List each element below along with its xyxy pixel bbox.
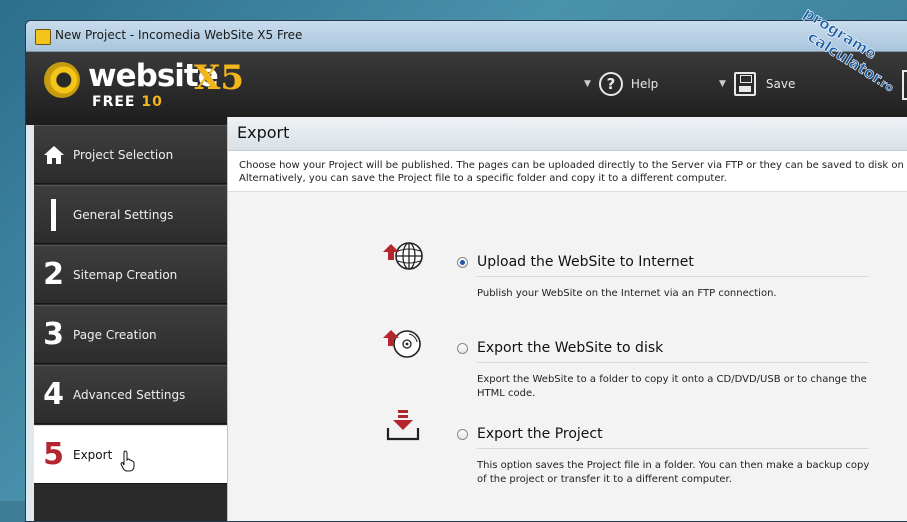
edition-label: FREE bbox=[92, 94, 136, 110]
save-button[interactable]: ▼ Save bbox=[719, 69, 795, 99]
app-header: website X5 FREE 10 ▼ ? Help ▼ Save bbox=[26, 52, 907, 125]
option-label[interactable]: Export the WebSite to disk bbox=[477, 340, 663, 356]
sidebar-item-label: Advanced Settings bbox=[73, 387, 186, 402]
app-window: New Project - Incomedia WebSite X5 Free … bbox=[25, 20, 907, 522]
sidebar-item-export[interactable]: 5 Export bbox=[34, 425, 236, 484]
exit-icon[interactable] bbox=[902, 70, 907, 100]
panel-header: Export bbox=[228, 117, 907, 151]
divider bbox=[477, 362, 869, 363]
export-disk-icon bbox=[383, 330, 421, 358]
panel-description: Choose how your Project will be publishe… bbox=[239, 159, 907, 185]
title-bar[interactable]: New Project - Incomedia WebSite X5 Free bbox=[26, 21, 907, 52]
logo-version-mark: X5 bbox=[194, 58, 245, 98]
upload-globe-icon bbox=[383, 242, 423, 270]
upload-radio[interactable] bbox=[457, 257, 468, 268]
step-1-icon bbox=[51, 198, 56, 231]
sidebar-item-label: Page Creation bbox=[73, 327, 157, 342]
app-icon bbox=[35, 29, 51, 45]
step-number: 5 bbox=[43, 437, 64, 472]
sidebar: Project Selection General Settings 2 Sit… bbox=[34, 125, 236, 521]
export-disk-radio[interactable] bbox=[457, 343, 468, 354]
sidebar-item-project-selection[interactable]: Project Selection bbox=[34, 125, 227, 184]
edition-number: 10 bbox=[141, 94, 163, 110]
options-area: Upload the WebSite to Internet Publish y… bbox=[228, 191, 907, 521]
sidebar-item-label: Export bbox=[73, 447, 113, 462]
option-description: Publish your WebSite on the Internet via… bbox=[477, 288, 777, 299]
sidebar-item-page-creation[interactable]: 3 Page Creation bbox=[34, 305, 227, 364]
help-button[interactable]: ▼ ? Help bbox=[584, 69, 658, 99]
step-number: 4 bbox=[43, 377, 64, 412]
step-number: 3 bbox=[43, 317, 64, 352]
chevron-down-icon: ▼ bbox=[719, 79, 726, 89]
option-label[interactable]: Upload the WebSite to Internet bbox=[477, 254, 694, 270]
description-line: Alternatively, you can save the Project … bbox=[239, 173, 727, 184]
sidebar-item-sitemap-creation[interactable]: 2 Sitemap Creation bbox=[34, 245, 227, 304]
sidebar-item-general-settings[interactable]: General Settings bbox=[34, 185, 227, 244]
page-title: Export bbox=[237, 123, 290, 142]
sidebar-item-advanced-settings[interactable]: 4 Advanced Settings bbox=[34, 365, 227, 424]
logo-icon bbox=[44, 62, 80, 98]
help-icon: ? bbox=[598, 72, 623, 96]
help-label: Help bbox=[630, 77, 659, 91]
main-panel: Export Choose how your Project will be p… bbox=[227, 117, 907, 521]
option-description: Export the WebSite to a folder to copy i… bbox=[477, 374, 867, 399]
logo-edition: FREE 10 bbox=[92, 94, 163, 110]
export-project-radio[interactable] bbox=[457, 429, 468, 440]
home-icon bbox=[34, 144, 73, 166]
save-icon bbox=[733, 72, 756, 96]
option-label[interactable]: Export the Project bbox=[477, 426, 603, 442]
window-title: New Project - Incomedia WebSite X5 Free bbox=[55, 28, 303, 42]
step-number: 2 bbox=[43, 257, 64, 292]
hand-cursor-icon bbox=[120, 450, 135, 472]
divider bbox=[477, 276, 869, 277]
sidebar-item-label: Sitemap Creation bbox=[73, 267, 178, 282]
sidebar-item-label: Project Selection bbox=[73, 147, 174, 162]
chevron-down-icon: ▼ bbox=[584, 79, 591, 89]
save-label: Save bbox=[765, 77, 796, 91]
export-project-icon bbox=[386, 410, 420, 441]
description-line: Choose how your Project will be publishe… bbox=[239, 160, 907, 171]
option-description: This option saves the Project file in a … bbox=[477, 460, 870, 485]
sidebar-item-label: General Settings bbox=[73, 207, 174, 222]
divider bbox=[477, 448, 869, 449]
